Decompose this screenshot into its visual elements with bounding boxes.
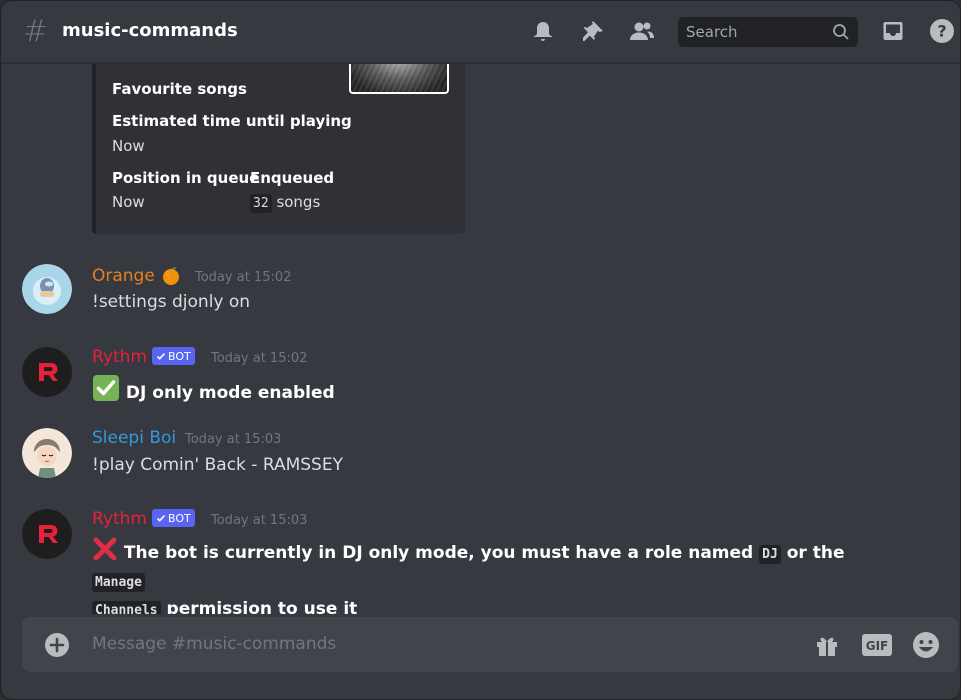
avatar[interactable] xyxy=(22,347,72,397)
gif-picker-icon[interactable]: GIF xyxy=(861,630,893,660)
embed-field-value: Now xyxy=(112,137,145,155)
avatar[interactable] xyxy=(22,509,72,559)
bot-tag-label: BOT xyxy=(168,511,191,525)
message-text: The bot is currently in DJ only mode, yo… xyxy=(123,543,754,563)
inline-code: 32 xyxy=(250,194,272,213)
message-timestamp: Today at 15:03 xyxy=(211,513,308,528)
pinned-messages-icon[interactable] xyxy=(579,17,607,45)
inline-code: Manage xyxy=(92,573,145,592)
message-input[interactable] xyxy=(92,631,792,657)
username[interactable]: Rythm xyxy=(92,509,147,529)
orange-emoji-icon xyxy=(161,266,181,290)
embed-field-value: Now xyxy=(112,193,145,211)
username[interactable]: Rythm xyxy=(92,347,147,367)
bot-tag: BOT xyxy=(152,347,195,365)
username[interactable]: Sleepi Boi xyxy=(92,428,176,448)
inline-code: DJ xyxy=(759,545,781,564)
embed-field-value: 32 songs xyxy=(250,193,321,213)
avatar[interactable] xyxy=(22,264,72,314)
embed-field-name: Favourite songs xyxy=(112,80,247,98)
username[interactable]: Orange xyxy=(92,266,155,286)
embed-field-name: Position in queue xyxy=(112,169,260,187)
check-mark-icon xyxy=(92,374,120,402)
gif-label: GIF xyxy=(866,639,889,653)
search-input[interactable] xyxy=(686,23,826,41)
message-content: !settings djonly on xyxy=(92,292,251,312)
message-timestamp: Today at 15:03 xyxy=(185,432,282,447)
message-composer: GIF xyxy=(22,617,958,672)
message-timestamp: Today at 15:02 xyxy=(195,270,292,285)
search-icon xyxy=(832,23,850,45)
emoji-picker-icon[interactable] xyxy=(911,630,941,660)
channel-header: # music-commands ? xyxy=(1,1,960,63)
search-box[interactable] xyxy=(678,17,858,47)
verified-check-icon xyxy=(156,352,166,360)
discord-window: # music-commands ? Favourite xyxy=(0,0,961,700)
embed-field-name: Enqueued xyxy=(250,169,335,187)
member-list-icon[interactable] xyxy=(628,17,656,45)
avatar[interactable] xyxy=(22,428,72,478)
bot-tag: BOT xyxy=(152,509,195,527)
cross-mark-icon xyxy=(92,536,118,562)
help-icon[interactable]: ? xyxy=(928,17,956,45)
message-content: !play Comin' Back - RAMSSEY xyxy=(92,455,343,475)
svg-text:?: ? xyxy=(937,22,946,41)
message-text: DJ only mode enabled xyxy=(125,383,335,403)
message-timestamp: Today at 15:02 xyxy=(211,351,308,366)
enqueued-suffix: songs xyxy=(276,193,321,211)
message-content: DJ only mode enabled xyxy=(92,374,335,403)
gift-icon[interactable] xyxy=(812,630,842,660)
channel-title: music-commands xyxy=(62,20,238,41)
inbox-icon[interactable] xyxy=(879,17,907,45)
message-content: The bot is currently in DJ only mode, yo… xyxy=(92,536,852,614)
notification-bell-icon[interactable] xyxy=(529,17,557,45)
message-list[interactable]: Favourite songs Estimated time until pla… xyxy=(1,64,960,614)
verified-check-icon xyxy=(156,514,166,522)
bot-tag-label: BOT xyxy=(168,349,191,363)
embed-field-name: Estimated time until playing xyxy=(112,112,352,130)
message-text: permission to use it xyxy=(166,599,358,614)
inline-code: Channels xyxy=(92,601,161,614)
message-text: or the xyxy=(786,543,845,563)
embed-thumbnail[interactable] xyxy=(349,64,449,94)
add-attachment-icon[interactable] xyxy=(42,630,72,660)
queue-embed: Favourite songs Estimated time until pla… xyxy=(92,64,465,234)
text-channel-icon: # xyxy=(23,14,49,49)
